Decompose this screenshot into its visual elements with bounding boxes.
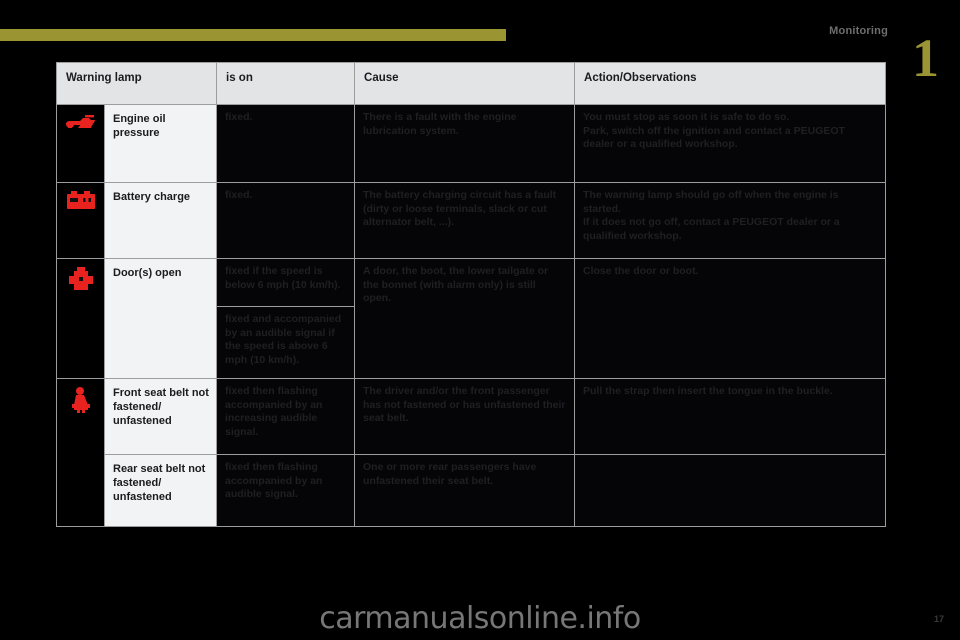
front-seat-belt-icon: [56, 378, 105, 527]
table-row: Engine oil pressure fixed. There is a fa…: [56, 104, 887, 183]
engine-oil-pressure-icon: [56, 104, 105, 183]
is-on-text: fixed.: [216, 182, 356, 259]
table-header-row: Warning lamp is on Cause Action/Observat…: [55, 62, 887, 105]
column-header-warning-lamp: Warning lamp: [55, 62, 218, 105]
column-header-cause: Cause: [354, 62, 576, 105]
cause-text: There is a fault with the engine lubrica…: [354, 104, 576, 183]
table-row: Battery charge fixed. The battery chargi…: [56, 182, 887, 259]
cause-text: One or more rear passengers have unfaste…: [354, 454, 576, 527]
action-text: You must stop as soon it is safe to do s…: [574, 104, 887, 183]
warning-lamp-table: Warning lamp is on Cause Action/Observat…: [55, 62, 887, 527]
action-text: Pull the strap then insert the tongue in…: [574, 378, 887, 455]
table-row: Front seat belt not fastened/ unfastened…: [56, 378, 887, 527]
cause-text: The battery charging circuit has a fault…: [354, 182, 576, 259]
warning-lamp-table-wrapper: Warning lamp is on Cause Action/Observat…: [55, 62, 887, 527]
lamp-name: Engine oil pressure: [103, 104, 218, 183]
is-on-text: fixed then flashing accompanied by an in…: [216, 378, 356, 455]
lamp-name: Front seat belt not fastened/ unfastened: [103, 378, 218, 455]
battery-charge-icon: [56, 182, 105, 259]
site-watermark: carmanualsonline.info: [319, 601, 641, 636]
lamp-name: Rear seat belt not fastened/ unfastened: [103, 454, 218, 527]
is-on-text: fixed if the speed is below 6 mph (10 km…: [216, 258, 356, 307]
table-row: Door(s) open fixed if the speed is below…: [56, 258, 887, 379]
action-text: Close the door or boot.: [574, 258, 887, 379]
action-text: [574, 454, 887, 527]
table-row: Rear seat belt not fastened/ unfastened …: [57, 454, 887, 527]
is-on-text: fixed then flashing accompanied by an au…: [216, 454, 356, 527]
lamp-name: Battery charge: [103, 182, 218, 259]
cause-text: A door, the boot, the lower tailgate or …: [354, 258, 576, 379]
page-number: 17: [933, 614, 944, 624]
is-on-text-secondary: fixed and accompanied by an audible sign…: [216, 306, 356, 379]
cause-text: The driver and/or the front passenger ha…: [354, 378, 576, 455]
chapter-number-tab: 1: [912, 28, 939, 88]
running-header: Monitoring: [829, 25, 888, 37]
accent-bar: [0, 29, 506, 41]
lamp-name: Door(s) open: [103, 258, 218, 379]
column-header-is-on: is on: [216, 62, 356, 105]
column-header-action: Action/Observations: [574, 62, 887, 105]
is-on-text: fixed.: [216, 104, 356, 183]
manual-page: Monitoring 1 Warning lamp is on Cause Ac…: [0, 0, 960, 640]
action-text: The warning lamp should go off when the …: [574, 182, 887, 259]
doors-open-icon: [56, 258, 105, 379]
